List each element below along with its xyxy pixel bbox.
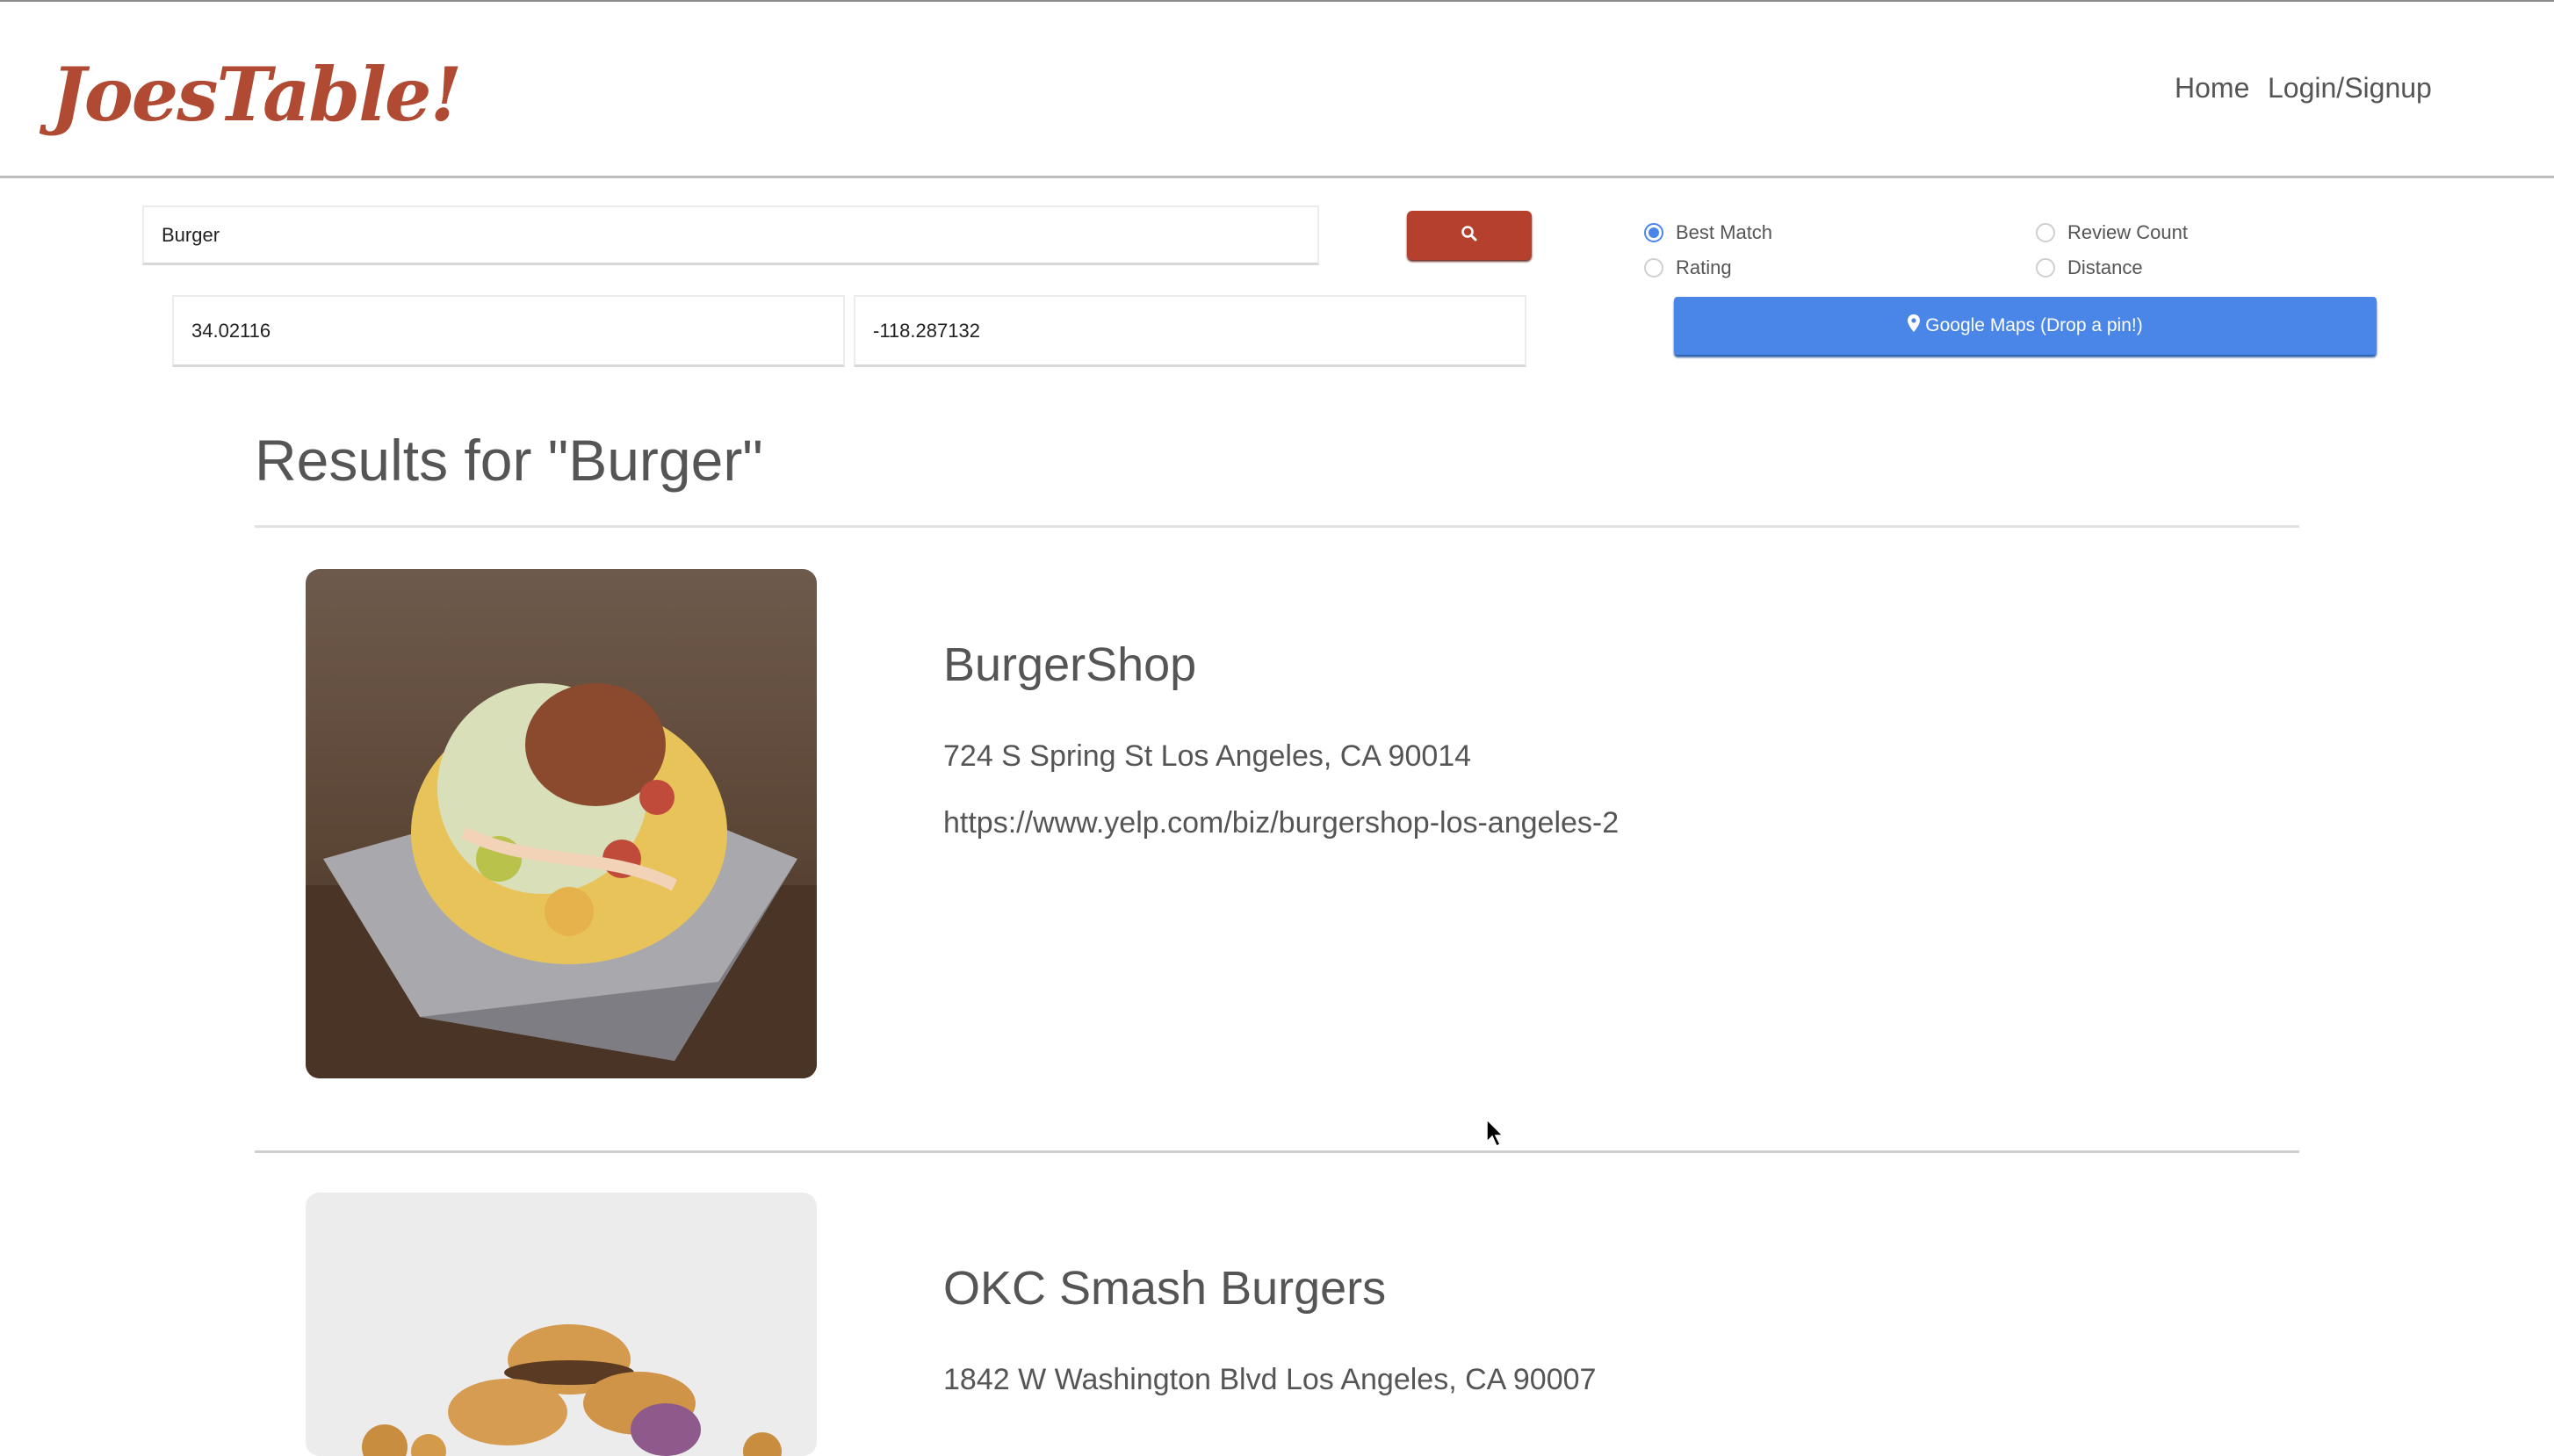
sort-option-distance[interactable]: Distance: [2036, 256, 2143, 279]
map-marker-icon: [1908, 314, 1925, 337]
sort-option-label: Distance: [2067, 256, 2143, 278]
radio-button[interactable]: [2036, 223, 2055, 242]
restaurant-address: 724 S Spring St Los Angeles, CA 90014: [943, 739, 1472, 773]
navbar: JoesTable! Home Login/Signup: [0, 2, 2554, 178]
restaurant-photo[interactable]: [306, 1193, 817, 1456]
sort-option-label: Review Count: [2067, 221, 2188, 243]
search-button[interactable]: [1407, 211, 1532, 260]
radio-button[interactable]: [1644, 258, 1663, 278]
google-maps-button-label: Google Maps (Drop a pin!): [1925, 315, 2143, 335]
restaurant-link[interactable]: https://www.yelp.com/biz/burgershop-los-…: [943, 806, 1619, 840]
sort-option-label: Best Match: [1676, 221, 1773, 243]
mouse-pointer-icon: [1486, 1118, 1505, 1153]
divider: [255, 1150, 2299, 1153]
google-maps-button[interactable]: Google Maps (Drop a pin!): [1674, 297, 2377, 355]
results-heading: Results for "Burger": [255, 428, 763, 493]
restaurant-name[interactable]: OKC Smash Burgers: [943, 1261, 1386, 1315]
sort-option-review-count[interactable]: Review Count: [2036, 221, 2188, 244]
restaurant-address: 1842 W Washington Blvd Los Angeles, CA 9…: [943, 1363, 1597, 1396]
latitude-input[interactable]: [172, 295, 845, 367]
search-icon: [1461, 225, 1478, 247]
longitude-input[interactable]: [854, 295, 1526, 367]
sort-option-rating[interactable]: Rating: [1644, 256, 1732, 279]
radio-button-checked[interactable]: [1644, 223, 1663, 242]
sort-option-label: Rating: [1676, 256, 1732, 278]
radio-button[interactable]: [2036, 258, 2055, 278]
nav-home-link[interactable]: Home: [2175, 72, 2249, 105]
search-input[interactable]: [142, 205, 1319, 265]
restaurant-name[interactable]: BurgerShop: [943, 638, 1196, 692]
brand-logo[interactable]: JoesTable!: [51, 51, 462, 138]
restaurant-photo[interactable]: [306, 569, 817, 1078]
divider: [255, 525, 2299, 528]
nav-login-signup-link[interactable]: Login/Signup: [2268, 72, 2432, 105]
sort-option-best-match[interactable]: Best Match: [1644, 221, 1772, 244]
